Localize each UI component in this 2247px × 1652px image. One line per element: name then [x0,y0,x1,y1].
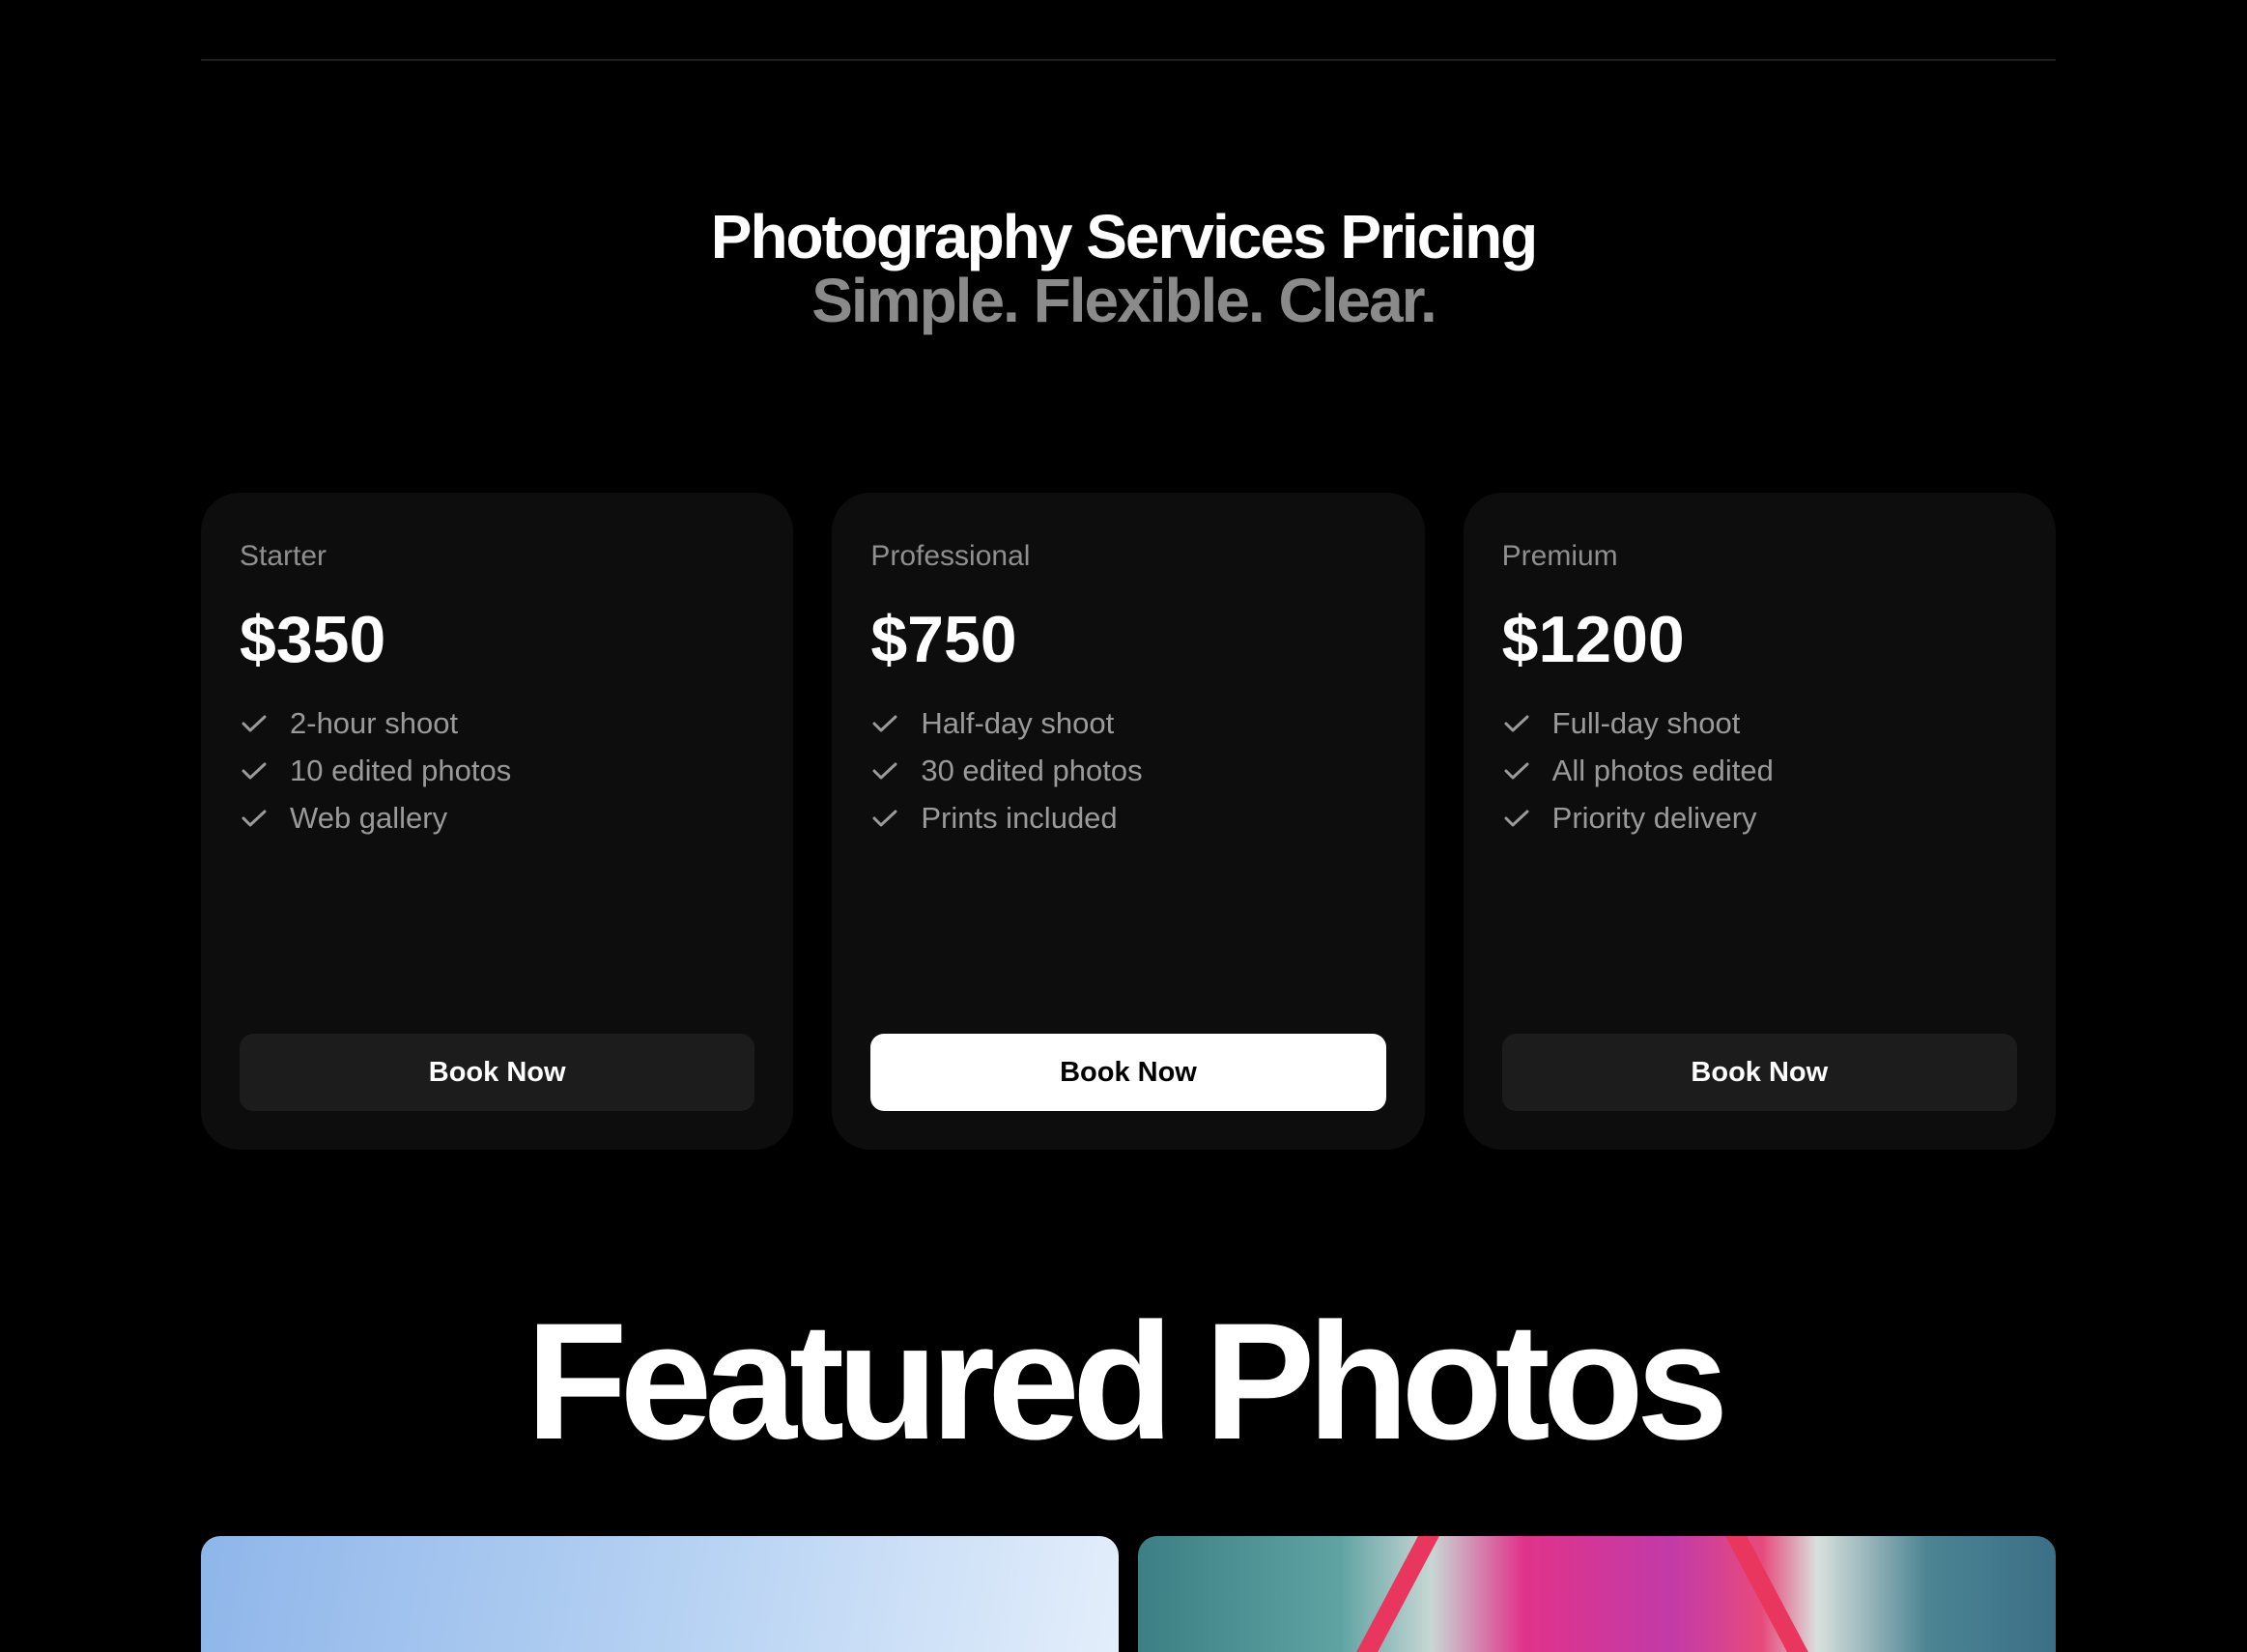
plan-price: $750 [870,603,1017,676]
plan-name: Professional [870,540,1031,572]
feature-label: Web gallery [290,800,448,835]
feature-item: Prints included [870,794,1385,841]
feature-list: 2-hour shoot 10 edited photos Web galler… [240,699,754,841]
check-icon [870,804,899,833]
check-icon [870,756,899,785]
feature-item: 10 edited photos [240,747,754,794]
book-now-button-starter[interactable]: Book Now [240,1034,755,1111]
pricing-subtitle: Simple. Flexible. Clear. [811,266,1437,335]
featured-photo-neon[interactable] [1138,1536,2056,1652]
check-icon [1502,804,1531,833]
check-icon [240,756,269,785]
pricing-title: Photography Services Pricing [710,202,1539,271]
plan-price: $350 [240,603,386,676]
feature-list: Half-day shoot 30 edited photos Prints i… [870,699,1385,841]
feature-label: All photos edited [1551,753,1774,787]
check-icon [240,709,269,738]
feature-item: Priority delivery [1502,794,2017,841]
pricing-card-premium: Premium $1200 Full-day shoot All photos … [1463,493,2056,1150]
feature-list: Full-day shoot All photos edited Priorit… [1502,699,2017,841]
top-divider [201,59,2056,61]
feature-item: 2-hour shoot [240,699,754,747]
feature-label: Half-day shoot [921,705,1115,740]
feature-item: Web gallery [240,794,754,841]
check-icon [870,709,899,738]
feature-item: Full-day shoot [1502,699,2017,747]
feature-item: All photos edited [1502,747,2017,794]
featured-photos-title: Featured Photos [526,1289,1728,1474]
plan-name: Starter [240,540,327,572]
feature-label: Prints included [921,800,1118,835]
feature-label: 10 edited photos [290,753,512,787]
plan-name: Premium [1501,540,1618,572]
neon-stripe-left [1356,1536,1439,1652]
book-now-button-premium[interactable]: Book Now [1501,1034,2017,1111]
feature-label: 30 edited photos [921,753,1143,787]
featured-photos-grid [201,1536,2056,1652]
feature-label: 2-hour shoot [290,705,459,740]
feature-item: 30 edited photos [870,747,1385,794]
pricing-card-professional: Professional $750 Half-day shoot 30 edit… [832,493,1425,1150]
check-icon [1502,709,1531,738]
pricing-card-starter: Starter $350 2-hour shoot 10 edited phot… [201,493,794,1150]
feature-item: Half-day shoot [870,699,1385,747]
feature-label: Priority delivery [1551,800,1757,835]
neon-stripe-right [1725,1536,1808,1652]
pricing-header: Photography Services Pricing Simple. Fle… [0,205,2247,332]
plan-price: $1200 [1501,603,1685,676]
book-now-button-professional[interactable]: Book Now [870,1034,1386,1111]
check-icon [1502,756,1531,785]
pricing-cards: Starter $350 2-hour shoot 10 edited phot… [201,493,2056,1150]
check-icon [240,804,269,833]
featured-photo-sky[interactable] [201,1536,1119,1652]
feature-label: Full-day shoot [1551,705,1741,740]
